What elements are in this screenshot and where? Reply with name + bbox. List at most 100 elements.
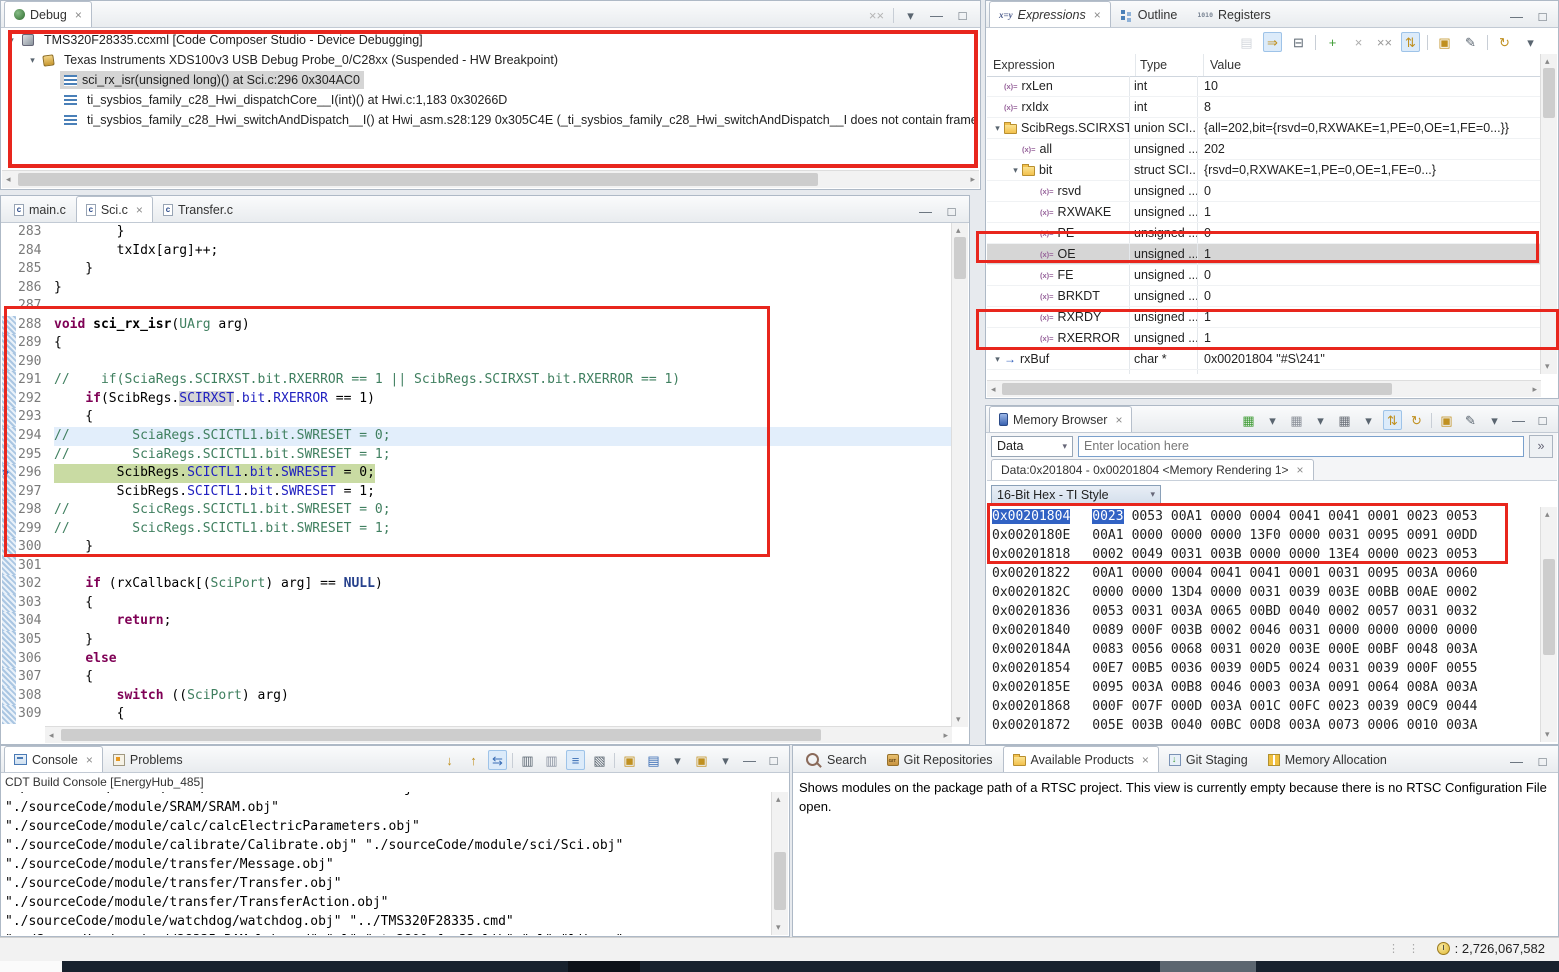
debug-stack-frame[interactable]: ti_sysbios_family_c28_Hwi_dispatchCore__… [3,90,978,110]
minimize-icon[interactable]: — [740,750,759,770]
expander-icon[interactable]: ▾ [991,354,1004,365]
memory-row-0x00201872[interactable]: 0x00201872005E003B004000BC00D8003A007300… [992,716,1541,735]
dropdown-icon[interactable]: ▾ [1263,410,1282,430]
load-memory-icon[interactable]: ▦ [1239,410,1258,430]
maximize-icon[interactable]: □ [1533,751,1552,771]
debug-stack-frame[interactable]: sci_rx_isr(unsigned long)() at Sci.c:296… [3,70,978,90]
minimize-icon[interactable]: — [1507,751,1526,771]
expression-row-all[interactable]: (x)=allunsigned ...202 [987,139,1541,160]
editor-tab-transfer-c[interactable]: Transfer.c [153,196,243,222]
expression-row--rxbuf-[interactable]: (x)=*(rxBuf)char35 '#' [987,370,1541,374]
expressions-table[interactable]: (x)=rxLenint10(x)=rxIdxint8▾ScibRegs.SCI… [987,76,1541,374]
tab-console[interactable]: Console× [4,746,103,772]
memory-row-0x00201868[interactable]: 0x00201868000F007F000D003A001C00FC002300… [992,697,1541,716]
editor-vertical-scrollbar[interactable]: ▴ ▾ [951,223,968,727]
memory-vertical-scrollbar[interactable]: ▴ ▾ [1540,507,1557,742]
close-icon[interactable]: × [75,8,82,22]
expression-row-rxwake[interactable]: (x)=RXWAKEunsigned ...1 [987,202,1541,223]
view-menu-icon[interactable]: ▾ [1521,32,1540,52]
new-console-icon[interactable]: ▣ [620,750,639,770]
expander-icon[interactable]: ▾ [26,55,39,66]
tab-problems[interactable]: Problems [103,746,193,772]
lock-console-icon[interactable]: ▥ [542,750,561,770]
expression-row-pe[interactable]: (x)=PEunsigned ...0 [987,223,1541,244]
clear-console-icon[interactable]: ▧ [590,750,609,770]
expressions-horizontal-scrollbar[interactable]: ◂ ▸ [987,380,1541,397]
expression-row-rxbuf[interactable]: ▾→rxBufchar *0x00201804 "#S\241" [987,349,1541,370]
show-type-names-icon[interactable]: ▤ [1237,32,1256,52]
open-console-icon[interactable]: ▣ [692,750,711,770]
new-view-icon[interactable]: ▣ [1435,32,1454,52]
tab-search[interactable]: Search [796,746,877,772]
memory-row-0x00201854[interactable]: 0x0020185400E700B50036003900D50024003100… [992,659,1541,678]
expression-row-rxrdy[interactable]: (x)=RXRDYunsigned ...1 [987,307,1541,328]
memory-row-0x0020185E[interactable]: 0x0020185E0095003A00B800460003003A009100… [992,678,1541,697]
debug-stack-frame[interactable]: ▾Texas Instruments XDS100v3 USB Debug Pr… [3,50,978,70]
minimize-icon[interactable]: — [916,201,935,221]
edit-expression-icon[interactable]: ✎ [1461,32,1480,52]
tab-registers[interactable]: Registers [1187,1,1280,27]
close-icon[interactable]: × [1115,413,1122,427]
memory-row-0x0020180E[interactable]: 0x0020180E00A100000000000013F00000003100… [992,526,1541,545]
editor-tab-sci-c[interactable]: Sci.c× [76,196,153,222]
expression-row-brkdt[interactable]: (x)=BRKDTunsigned ...0 [987,286,1541,307]
close-icon[interactable]: × [136,203,143,217]
tab-memory-browser[interactable]: Memory Browser× [989,406,1132,432]
column-value[interactable]: Value [1204,58,1541,72]
memory-row-0x0020182C[interactable]: 0x0020182C0000000013D4000000310039003E00… [992,583,1541,602]
debug-horizontal-scrollbar[interactable]: ◂ ▸ [2,170,979,188]
edit-icon[interactable]: ✎ [1461,410,1480,430]
scroll-to-bottom-icon[interactable]: ↓ [440,750,459,770]
expander-icon[interactable]: ▾ [5,35,18,46]
console-output[interactable]: "./sourceCode/module/calc/calcElectricPa… [5,792,769,935]
maximize-icon[interactable]: □ [764,750,783,770]
refresh-auto-icon[interactable]: ⇅ [1383,410,1402,430]
editor-horizontal-scrollbar[interactable]: ◂ ▸ [45,726,952,743]
tab-debug[interactable]: Debug× [4,1,92,27]
maximize-icon[interactable]: □ [1533,6,1552,26]
memory-row-0x00201818[interactable]: 0x00201818000200490031003B0000000013E400… [992,545,1541,564]
expression-row-scibregs-scirxst[interactable]: ▾ScibRegs.SCIRXSTunion SCI...{all=202,bi… [987,118,1541,139]
display-console-icon[interactable]: ▤ [644,750,663,770]
remove-all-expressions-icon[interactable]: ×× [1375,32,1394,52]
memory-location-input[interactable] [1078,436,1524,457]
refresh-icon[interactable]: ↻ [1407,410,1426,430]
expander-icon[interactable]: ▾ [1009,165,1022,176]
close-icon[interactable]: × [86,753,93,767]
view-menu-icon[interactable]: ▾ [1485,410,1504,430]
collapse-all-icon[interactable]: ⊟ [1289,32,1308,52]
add-expression-icon[interactable]: + [1323,32,1342,52]
expression-row-bit[interactable]: ▾bitstruct SCI...{rsvd=0,RXWAKE=1,PE=0,O… [987,160,1541,181]
remove-all-terminated-icon[interactable]: ×× [867,5,886,25]
minimize-icon[interactable]: — [1507,6,1526,26]
column-expression[interactable]: Expression [987,54,1136,76]
refresh-values-icon[interactable]: ⇅ [1401,32,1420,52]
fill-memory-icon[interactable]: ▦ [1335,410,1354,430]
expression-row-oe[interactable]: (x)=OEunsigned ...1 [987,244,1541,265]
taskbar[interactable] [0,961,1559,972]
remove-expression-icon[interactable]: × [1349,32,1368,52]
expander-icon[interactable]: ▾ [991,123,1004,134]
reload-icon[interactable]: ↻ [1495,32,1514,52]
expressions-vertical-scrollbar[interactable]: ▴ ▾ [1540,54,1557,374]
save-memory-icon[interactable]: ▦ [1287,410,1306,430]
tab-available-products[interactable]: Available Products× [1003,746,1159,772]
scroll-to-top-icon[interactable]: ↑ [464,750,483,770]
dropdown-icon[interactable]: ▾ [668,750,687,770]
memory-row-0x00201804[interactable]: 0x002018040023005300A1000000040041004100… [992,507,1541,526]
debug-call-stack[interactable]: ▾TMS320F28335.ccxml [Code Composer Studi… [3,30,978,170]
memory-hex-view[interactable]: 0x002018040023005300A1000000040041004100… [992,507,1541,742]
code-editor[interactable]: 283 }284 txIdx[arg]++;285 }286}287288voi… [2,223,952,727]
console-vertical-scrollbar[interactable]: ▴ ▾ [771,792,788,935]
editor-tab-main-c[interactable]: main.c [4,196,76,222]
debug-stack-frame[interactable]: ▾TMS320F28335.ccxml [Code Composer Studi… [3,30,978,50]
rendering-tab-data-0x201804-0x00201804-memory-rendering-1-[interactable]: Data:0x201804 - 0x00201804 <Memory Rende… [991,459,1314,480]
link-with-debug-icon[interactable]: ⇒ [1263,32,1282,52]
close-icon[interactable]: × [1297,463,1304,477]
memory-row-0x00201836[interactable]: 0x0020183600530031003A006500BD0040000200… [992,602,1541,621]
tab-outline[interactable]: Outline [1111,1,1188,27]
close-icon[interactable]: × [1094,8,1101,22]
new-tab-icon[interactable]: ▣ [1437,410,1456,430]
dropdown-icon[interactable]: ▾ [1311,410,1330,430]
expression-row-rxidx[interactable]: (x)=rxIdxint8 [987,97,1541,118]
